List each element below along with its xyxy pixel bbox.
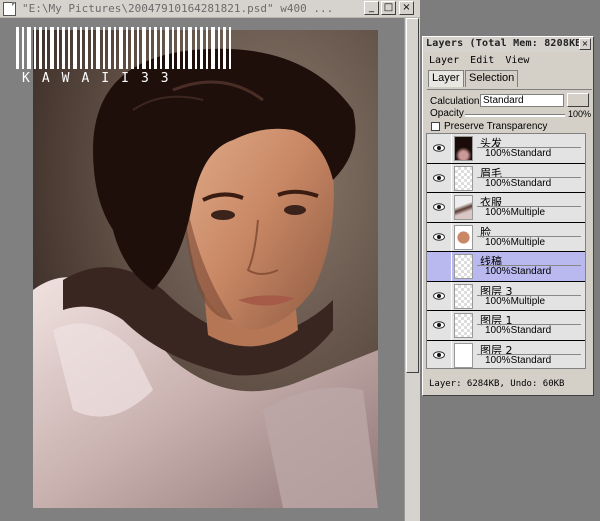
visibility-toggle[interactable] <box>427 281 452 310</box>
document-vertical-scrollbar[interactable] <box>404 18 420 521</box>
layer-blend-mode: 100%Multiple <box>485 207 546 218</box>
layer-row[interactable]: 图层 1 100%Standard <box>427 311 585 341</box>
visibility-toggle[interactable] <box>427 134 452 163</box>
layer-row[interactable]: 头发 100%Standard <box>427 134 585 164</box>
layer-thumbnail <box>454 254 473 279</box>
eye-icon <box>433 203 445 211</box>
layers-list: 头发 100%Standard 眉毛 100%Standard 衣服 100%Multip… <box>426 133 586 369</box>
menu-layer[interactable]: Layer <box>429 55 459 66</box>
layer-blend-mode: 100%Multiple <box>485 295 546 307</box>
layer-thumbnail <box>454 136 473 161</box>
layer-thumbnail <box>454 165 473 191</box>
layer-blend-mode: 100%Standard <box>485 266 552 277</box>
eye-icon <box>433 321 445 329</box>
visibility-toggle[interactable] <box>427 163 452 192</box>
layer-thumbnail <box>454 313 473 338</box>
layer-blend-mode: 100%Standard <box>485 325 552 336</box>
eye-icon <box>433 173 445 182</box>
calculation-dropdown-button[interactable] <box>567 93 589 107</box>
layers-palette: Layers (Total Mem: 8208KB) × Layer Edit … <box>422 36 594 396</box>
layer-blend-mode: 100%Standard <box>485 177 552 189</box>
layer-row[interactable]: 眉毛 100%Standard <box>427 163 585 193</box>
calculation-select[interactable]: Standard <box>480 94 564 107</box>
document-title-bar[interactable]: "E:\My Pictures\20047910164281821.psd" w… <box>0 0 420 18</box>
layer-row[interactable]: 图层 2 100%Standard <box>427 340 585 368</box>
document-window: "E:\My Pictures\20047910164281821.psd" w… <box>0 0 420 521</box>
layer-thumbnail <box>454 283 473 309</box>
close-button[interactable]: × <box>399 1 414 15</box>
opacity-label: Opacity <box>430 108 464 119</box>
opacity-value: 100% <box>568 109 592 119</box>
visibility-toggle[interactable] <box>427 340 452 368</box>
layer-row[interactable]: 衣服 100%Multiple <box>427 193 585 223</box>
preserve-transparency-label: Preserve Transparency <box>444 121 548 132</box>
document-icon <box>3 2 16 16</box>
minimize-button[interactable]: _ <box>364 1 379 15</box>
scrollbar-thumb[interactable] <box>406 18 419 373</box>
layer-row[interactable]: 脸 100%Multiple <box>427 222 585 252</box>
eye-icon <box>433 350 445 359</box>
eye-icon <box>433 291 445 300</box>
layer-blend-mode: 100%Standard <box>485 354 552 366</box>
eye-icon <box>433 144 445 152</box>
preserve-transparency-checkbox[interactable] <box>431 122 440 131</box>
visibility-toggle[interactable] <box>427 222 452 251</box>
document-title: "E:\My Pictures\20047910164281821.psd" w… <box>22 2 334 15</box>
layer-thumbnail <box>454 342 473 368</box>
visibility-toggle[interactable] <box>427 193 452 222</box>
palette-title: Layers (Total Mem: 8208KB) <box>426 38 588 49</box>
layer-row[interactable]: 图层 3 100%Multiple <box>427 281 585 311</box>
maximize-button[interactable]: □ <box>381 1 396 15</box>
layer-blend-mode: 100%Multiple <box>485 236 546 248</box>
visibility-toggle[interactable] <box>427 311 452 340</box>
menu-view[interactable]: View <box>505 55 529 66</box>
menu-edit[interactable]: Edit <box>470 55 494 66</box>
layer-thumbnail <box>454 195 473 220</box>
layer-row[interactable]: 线稿 100%Standard <box>427 252 585 282</box>
palette-status: Layer: 6284KB, Undo: 60KB <box>429 379 565 389</box>
opacity-slider[interactable] <box>465 114 565 117</box>
palette-menu-bar: Layer Edit View <box>429 54 537 68</box>
layer-properties: Calculation Standard Opacity 100% Preser… <box>427 89 592 136</box>
layer-blend-mode: 100%Standard <box>485 148 552 159</box>
layers-list-scrollbar[interactable] <box>586 133 592 369</box>
tab-layer[interactable]: Layer <box>428 70 464 87</box>
eye-icon <box>433 232 445 241</box>
palette-tabs: Layer Selection <box>426 70 591 88</box>
layer-thumbnail <box>454 224 473 250</box>
calculation-label: Calculation <box>430 96 480 107</box>
palette-close-button[interactable]: × <box>579 38 591 50</box>
tab-selection[interactable]: Selection <box>465 70 518 87</box>
palette-title-bar[interactable]: Layers (Total Mem: 8208KB) × <box>424 38 592 52</box>
watermark-text: KAWAII33 <box>22 71 181 86</box>
visibility-toggle[interactable] <box>427 252 452 281</box>
